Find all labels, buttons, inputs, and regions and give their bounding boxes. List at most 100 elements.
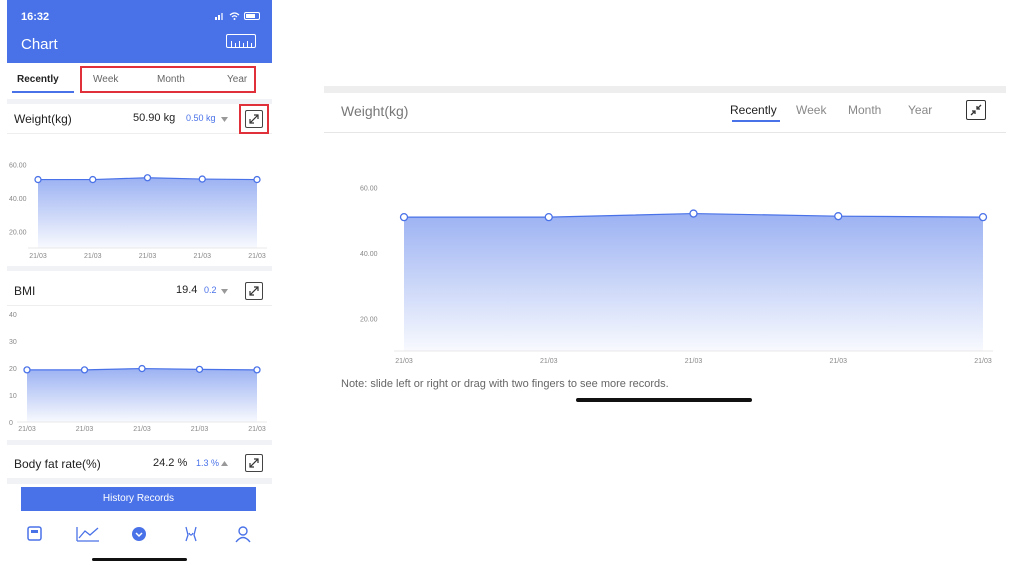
metric-value: 19.4 <box>176 284 198 296</box>
app-header: 16:32 Chart <box>7 0 272 63</box>
data-point <box>253 175 261 184</box>
y-tick-label: 20.00 <box>9 229 27 236</box>
x-tick-label: 21/03 <box>540 358 558 365</box>
trend-up-icon <box>221 461 228 466</box>
tab-year[interactable]: Year <box>227 74 247 85</box>
tab-recently[interactable]: Recently <box>730 103 777 117</box>
data-point <box>834 212 843 221</box>
y-tick-label: 40 <box>9 312 17 319</box>
y-tick-label: 10 <box>9 393 17 400</box>
y-tick-label: 30 <box>9 339 17 346</box>
x-tick-label: 21/03 <box>248 253 266 260</box>
x-tick-label: 21/03 <box>193 253 211 260</box>
x-tick-label: 21/03 <box>29 253 47 260</box>
spacer <box>7 134 272 144</box>
trend-down-icon <box>221 117 228 122</box>
wifi-icon <box>229 12 240 20</box>
weight-chart-large[interactable]: 60.00 40.00 20.00 21/03 21/03 21/03 21/03 21/03 <box>324 161 1006 371</box>
divider <box>7 440 272 445</box>
chart-header: Weight(kg) Recently Week Month Year <box>324 93 1006 133</box>
y-tick-label: 60.00 <box>9 162 27 169</box>
history-records-button[interactable]: History Records <box>21 487 256 511</box>
weight-chart[interactable]: 60.00 40.00 20.00 21/03 21/03 21/03 21/03 21/03 <box>7 150 272 265</box>
expand-icon[interactable] <box>245 454 263 472</box>
metric-delta: 1.3 % <box>196 458 220 468</box>
body-icon[interactable] <box>181 525 201 543</box>
tab-year[interactable]: Year <box>908 103 932 117</box>
home-icon[interactable] <box>129 525 149 543</box>
active-tab-indicator <box>732 120 780 122</box>
battery-icon <box>244 12 260 20</box>
tab-month[interactable]: Month <box>848 103 881 117</box>
data-point <box>138 364 146 373</box>
data-point <box>195 365 204 373</box>
status-icons <box>215 12 260 20</box>
ruler-icon[interactable] <box>226 34 256 48</box>
metric-delta: 0.50 kg <box>186 113 216 123</box>
tab-week[interactable]: Week <box>796 103 826 117</box>
x-tick-label: 21/03 <box>191 426 209 433</box>
tab-recently[interactable]: Recently <box>17 74 59 85</box>
data-point <box>544 212 553 222</box>
divider <box>7 478 272 484</box>
x-tick-label: 21/03 <box>18 426 36 433</box>
period-tabs: Recently Week Month Year <box>7 63 272 99</box>
metric-row-body-fat[interactable]: Body fat rate(%) 24.2 % 1.3 % <box>7 449 272 479</box>
y-tick-label: 60.00 <box>360 185 378 192</box>
x-tick-label: 21/03 <box>248 426 266 433</box>
x-tick-label: 21/03 <box>395 358 413 365</box>
x-tick-label: 21/03 <box>139 253 157 260</box>
profile-icon[interactable] <box>233 525 253 543</box>
phone-screen: 16:32 Chart Recently Week Month Year Wei… <box>7 0 272 569</box>
scale-icon[interactable] <box>25 525 45 543</box>
bottom-nav <box>7 520 272 550</box>
status-time: 16:32 <box>21 11 50 23</box>
home-indicator <box>92 558 187 561</box>
chart-title: Weight(kg) <box>341 103 409 119</box>
area-fill <box>38 177 257 248</box>
data-point <box>689 209 698 218</box>
y-tick-label: 40.00 <box>360 251 378 258</box>
metric-name: Weight(kg) <box>14 112 72 126</box>
landscape-chart-view: Weight(kg) Recently Week Month Year 60.0… <box>324 86 1006 416</box>
x-tick-label: 21/03 <box>76 426 94 433</box>
y-tick-label: 20.00 <box>360 316 378 323</box>
collapse-icon[interactable] <box>966 100 986 120</box>
data-point <box>253 366 261 374</box>
x-tick-label: 21/03 <box>685 358 703 365</box>
data-point <box>198 175 206 183</box>
top-bar <box>324 86 1006 93</box>
metric-name: BMI <box>14 284 36 298</box>
data-point <box>89 175 97 184</box>
metric-row-weight[interactable]: Weight(kg) 50.90 kg 0.50 kg <box>7 104 272 134</box>
area-fill <box>404 213 983 351</box>
tab-month[interactable]: Month <box>157 74 185 85</box>
x-tick-label: 21/03 <box>133 426 151 433</box>
metric-value: 50.90 kg <box>133 112 176 124</box>
chart-note: Note: slide left or right or drag with t… <box>341 378 669 390</box>
expand-icon[interactable] <box>245 282 263 300</box>
y-tick-label: 20 <box>9 366 17 373</box>
area-fill <box>27 368 257 422</box>
metric-value: 24.2 % <box>153 457 188 469</box>
trend-down-icon <box>221 289 228 294</box>
data-point <box>978 212 988 222</box>
bmi-chart[interactable]: 40 30 20 10 0 21/03 21/03 21/03 21/03 21/03 <box>7 308 272 438</box>
x-tick-label: 21/03 <box>84 253 102 260</box>
data-point <box>23 366 31 374</box>
metric-delta: 0.2 <box>204 285 217 295</box>
data-point <box>143 174 152 182</box>
data-point <box>399 212 409 222</box>
x-tick-label: 21/03 <box>829 358 847 365</box>
page-title: Chart <box>21 36 58 53</box>
tab-week[interactable]: Week <box>93 74 118 85</box>
divider <box>7 266 272 271</box>
metric-name: Body fat rate(%) <box>14 457 101 471</box>
expand-highlight-box <box>239 104 269 134</box>
active-tab-indicator <box>12 91 74 93</box>
data-point <box>80 366 89 374</box>
metric-row-bmi[interactable]: BMI 19.4 0.2 <box>7 276 272 306</box>
y-tick-label: 0 <box>9 420 13 427</box>
chart-icon[interactable] <box>75 525 101 543</box>
data-point <box>34 175 42 184</box>
